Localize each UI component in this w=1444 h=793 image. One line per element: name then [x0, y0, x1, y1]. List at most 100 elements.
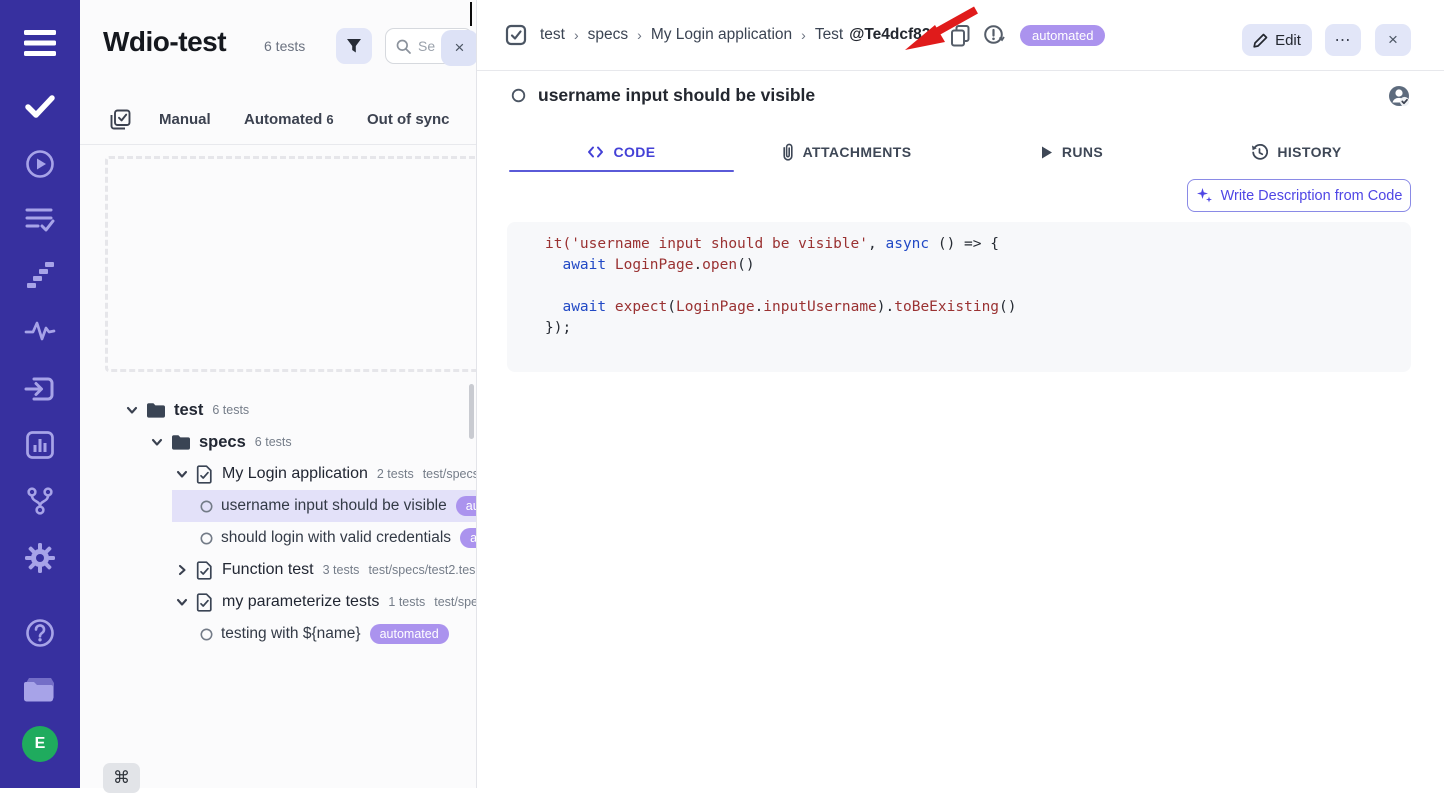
edit-button[interactable]: Edit [1242, 24, 1312, 56]
empty-dropzone [105, 156, 477, 372]
user-avatar[interactable]: E [0, 726, 80, 762]
tab-runs[interactable]: RUNS [959, 133, 1184, 171]
project-panel: Wdio-test 6 tests × Manual Automated6 Ou… [80, 0, 477, 788]
write-description-button[interactable]: Write Description from Code [1187, 179, 1411, 212]
tree-folder-row[interactable]: specs 6 tests [80, 426, 476, 458]
tree-count: 2 tests [377, 467, 414, 481]
tab-history[interactable]: HISTORY [1184, 133, 1409, 171]
task-check-icon [505, 24, 527, 46]
chevron-down-icon[interactable] [125, 403, 139, 417]
code-icon [587, 145, 604, 159]
code-line: it('username input should be visible', a… [545, 234, 1411, 255]
tree-count: 6 tests [212, 403, 249, 417]
folder-icon [171, 434, 190, 450]
test-circle-icon [200, 500, 213, 513]
breadcrumb-item[interactable]: test [540, 26, 565, 44]
test-tree: test6 testsspecs6 testsMy Login applicat… [80, 394, 476, 650]
test-title: username input should be visible [538, 85, 815, 106]
import-icon[interactable] [0, 374, 80, 404]
select-all-icon[interactable] [110, 109, 131, 135]
tree-path: test/specs/test2.tes [368, 563, 475, 577]
spec-file-icon [196, 593, 213, 612]
code-line: }); [545, 318, 1411, 339]
tree-file-row[interactable]: my parameterize tests1 teststest/spe [80, 586, 476, 618]
text-cursor [470, 2, 472, 26]
test-status-circle-icon [511, 88, 526, 103]
close-detail-button[interactable]: × [1375, 24, 1411, 56]
filter-button[interactable] [336, 28, 372, 64]
tab-attachments[interactable]: ATTACHMENTS [734, 133, 959, 171]
code-line [545, 276, 1411, 297]
settings-gear-icon[interactable] [0, 542, 80, 574]
folder-icon [146, 402, 165, 418]
assignee-avatar-icon[interactable] [1388, 85, 1411, 113]
chevron-down-icon[interactable] [175, 595, 189, 609]
tree-label: test [174, 401, 203, 420]
breadcrumb-separator: › [574, 27, 579, 43]
help-icon[interactable] [0, 618, 80, 648]
analytics-icon[interactable] [0, 430, 80, 460]
project-title: Wdio-test [103, 26, 226, 58]
test-detail-panel: test›specs›My Login application›Test @Te… [477, 0, 1444, 788]
tree-label: username input should be visible [221, 497, 447, 515]
test-plan-icon[interactable] [0, 206, 80, 234]
tree-folder-row[interactable]: test 6 tests [80, 394, 476, 426]
tab-code[interactable]: CODE [509, 133, 734, 171]
tree-file-row[interactable]: My Login application2 teststest/specs [80, 458, 476, 490]
tabs-divider [80, 144, 476, 145]
chevron-down-icon[interactable] [150, 435, 164, 449]
automated-badge: automated [456, 496, 477, 516]
tab-manual[interactable]: Manual [159, 111, 211, 128]
tree-label: testing with ${name} [221, 625, 361, 643]
breadcrumb-item[interactable]: specs [588, 26, 629, 44]
close-search-button[interactable]: × [441, 30, 477, 66]
tab-automated[interactable]: Automated6 [244, 111, 334, 128]
tree-test-row[interactable]: testing with ${name}automated [80, 618, 476, 650]
spec-file-icon [196, 561, 213, 580]
automated-badge: automated [1020, 25, 1105, 46]
steps-icon[interactable] [0, 262, 80, 290]
breadcrumb-separator: › [801, 27, 806, 43]
tree-label: my parameterize tests [222, 593, 379, 611]
history-clock-icon [1251, 144, 1268, 161]
chevron-down-icon[interactable] [175, 467, 189, 481]
command-key-badge[interactable]: ⌘ [103, 763, 140, 793]
tree-path: test/specs [423, 467, 477, 481]
more-actions-button[interactable]: ⋯ [1325, 24, 1361, 56]
paperclip-icon [782, 143, 794, 161]
pencil-icon [1253, 33, 1268, 48]
menu-icon[interactable] [0, 28, 80, 58]
filter-tabs: Manual Automated6 Out of sync [80, 102, 476, 142]
projects-folder-icon[interactable] [0, 674, 80, 704]
automated-badge: automated [460, 528, 477, 548]
header-divider [477, 70, 1444, 71]
automated-count: 6 [326, 112, 333, 127]
tree-test-row[interactable]: should login with valid credentialsautom… [80, 522, 476, 554]
sparkles-icon [1196, 187, 1213, 204]
test-circle-icon [200, 532, 213, 545]
code-line: await expect(LoginPage.inputUsername).to… [545, 297, 1411, 318]
breadcrumb-item[interactable]: Test [815, 26, 843, 44]
tree-test-row[interactable]: username input should be visible automate… [80, 490, 476, 522]
code-line: await LoginPage.open() [545, 255, 1411, 276]
tests-check-icon[interactable] [0, 94, 80, 120]
branch-icon[interactable] [0, 486, 80, 516]
chevron-right-icon[interactable] [175, 563, 189, 577]
pulse-icon[interactable] [0, 318, 80, 344]
breadcrumb-item[interactable]: My Login application [651, 26, 792, 44]
detail-tabs: CODE ATTACHMENTS RUNS HISTORY [509, 133, 1409, 171]
sync-alert-icon[interactable] [983, 24, 1005, 46]
play-triangle-icon [1040, 145, 1053, 160]
breadcrumb-separator: › [637, 27, 642, 43]
filter-funnel-icon [346, 38, 362, 54]
tree-path: test/spe [434, 595, 477, 609]
search-icon [396, 39, 411, 54]
runs-play-icon[interactable] [0, 149, 80, 179]
copy-icon[interactable] [950, 24, 971, 47]
spec-file-icon [196, 465, 213, 484]
tab-out-of-sync[interactable]: Out of sync [367, 111, 450, 128]
tree-file-row[interactable]: Function test3 teststest/specs/test2.tes [80, 554, 476, 586]
tree-label: specs [199, 433, 246, 452]
tree-count: 6 tests [255, 435, 292, 449]
tree-count: 3 tests [323, 563, 360, 577]
